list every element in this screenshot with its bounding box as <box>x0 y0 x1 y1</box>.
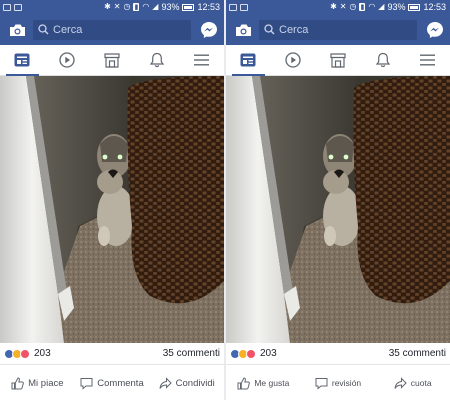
share-icon <box>159 376 172 389</box>
search-icon <box>264 24 275 35</box>
signal-icon: ◢ <box>378 2 385 11</box>
wifi-icon: ◠ <box>142 2 150 11</box>
clock: 12:53 <box>423 2 446 12</box>
tab-video[interactable] <box>271 45 316 75</box>
messenger-icon[interactable] <box>423 18 447 42</box>
like-button[interactable]: Mi piace <box>0 376 75 390</box>
sim-icon: ▮ <box>359 3 366 11</box>
tab-marketplace[interactable] <box>316 45 361 75</box>
wifi-icon: ◠ <box>368 2 376 11</box>
status-bar: ✱ ✕ ◷ ▮ ◠ ◢ 93% 12:53 <box>226 0 450 14</box>
marketplace-icon <box>330 52 346 68</box>
post-photo[interactable] <box>226 76 450 343</box>
battery-icon <box>182 3 195 11</box>
alarm-icon: ◷ <box>349 2 357 11</box>
comment-label: revisión <box>331 378 362 388</box>
share-label: cuota <box>410 378 432 388</box>
search-input[interactable]: Cerca <box>33 19 191 40</box>
comment-count-link[interactable]: 35 commenti <box>389 348 446 359</box>
video-icon <box>285 52 301 68</box>
battery-percent: 93% <box>161 2 180 12</box>
comment-count-link[interactable]: 35 commenti <box>163 348 220 359</box>
search-placeholder: Cerca <box>53 23 83 36</box>
tab-video[interactable] <box>45 45 90 75</box>
reaction-count: 203 <box>260 348 277 359</box>
post-photo[interactable] <box>0 76 224 343</box>
share-label: Condividi <box>175 377 215 389</box>
tab-menu[interactable] <box>179 45 224 75</box>
alarm-icon: ◷ <box>123 2 131 11</box>
search-header: Cerca <box>226 14 450 45</box>
reaction-icons <box>230 348 256 359</box>
notifications-icon <box>149 52 164 68</box>
clock: 12:53 <box>197 2 220 12</box>
messenger-icon[interactable] <box>197 18 221 42</box>
status-bar: ✱ ✕ ◷ ▮ ◠ ◢ 93% 12:53 <box>0 0 224 14</box>
comment-button[interactable]: Commenta <box>75 377 150 390</box>
tab-notifications[interactable] <box>360 45 405 75</box>
mute-icon: ✕ <box>113 2 121 11</box>
notifications-icon <box>375 52 390 68</box>
tab-bar <box>226 45 450 76</box>
love-reaction-icon <box>20 348 30 359</box>
gallery-icon <box>14 3 22 11</box>
post-actions: Me gusta revisión cuota <box>226 366 450 400</box>
like-label: Me gusta <box>254 378 290 388</box>
mute-icon: ✕ <box>339 2 347 11</box>
reactions-bar[interactable]: 203 35 commenti <box>0 343 224 365</box>
reactions-bar[interactable]: 203 35 commenti <box>226 343 450 365</box>
menu-icon <box>194 54 210 66</box>
left-screenshot-panel: ✱ ✕ ◷ ▮ ◠ ◢ 93% 12:53 Cerca 203 35 comme… <box>0 0 224 400</box>
notification-icon <box>3 3 11 11</box>
comment-button[interactable]: revisión <box>301 377 376 390</box>
like-icon <box>237 376 251 389</box>
like-icon <box>11 376 24 389</box>
search-placeholder: Cerca <box>279 23 309 36</box>
share-icon <box>394 376 407 389</box>
tab-news-feed[interactable] <box>0 45 45 76</box>
tab-notifications[interactable] <box>134 45 179 75</box>
reaction-count: 203 <box>34 348 51 359</box>
love-reaction-icon <box>246 348 256 359</box>
right-screenshot-panel: ✱ ✕ ◷ ▮ ◠ ◢ 93% 12:53 Cerca 203 35 comme… <box>226 0 450 400</box>
news-feed-icon <box>240 53 256 67</box>
tab-bar <box>0 45 224 76</box>
battery-percent: 93% <box>387 2 406 12</box>
search-icon <box>38 24 49 35</box>
marketplace-icon <box>104 52 120 68</box>
share-button[interactable]: Condividi <box>149 376 224 390</box>
bluetooth-icon: ✱ <box>330 2 337 11</box>
comment-icon <box>80 377 93 390</box>
sim-icon: ▮ <box>133 3 140 11</box>
like-button[interactable]: Me gusta <box>226 376 301 390</box>
battery-icon <box>408 3 421 11</box>
news-feed-icon <box>14 53 30 67</box>
comment-icon <box>315 377 328 390</box>
reaction-icons <box>4 348 30 359</box>
bluetooth-icon: ✱ <box>104 2 111 11</box>
search-input[interactable]: Cerca <box>259 19 417 40</box>
tab-news-feed[interactable] <box>226 45 271 76</box>
camera-icon[interactable] <box>4 17 30 43</box>
comment-label: Commenta <box>97 377 144 389</box>
post-actions: Mi piace Commenta Condividi <box>0 366 224 400</box>
search-header: Cerca <box>0 14 224 45</box>
video-icon <box>59 52 75 68</box>
camera-icon[interactable] <box>230 17 256 43</box>
menu-icon <box>420 54 436 66</box>
like-label: Mi piace <box>28 377 64 389</box>
share-button[interactable]: cuota <box>375 376 450 390</box>
tab-menu[interactable] <box>405 45 450 75</box>
gallery-icon <box>240 3 248 11</box>
notification-icon <box>229 3 237 11</box>
tab-marketplace[interactable] <box>90 45 135 75</box>
signal-icon: ◢ <box>152 2 159 11</box>
